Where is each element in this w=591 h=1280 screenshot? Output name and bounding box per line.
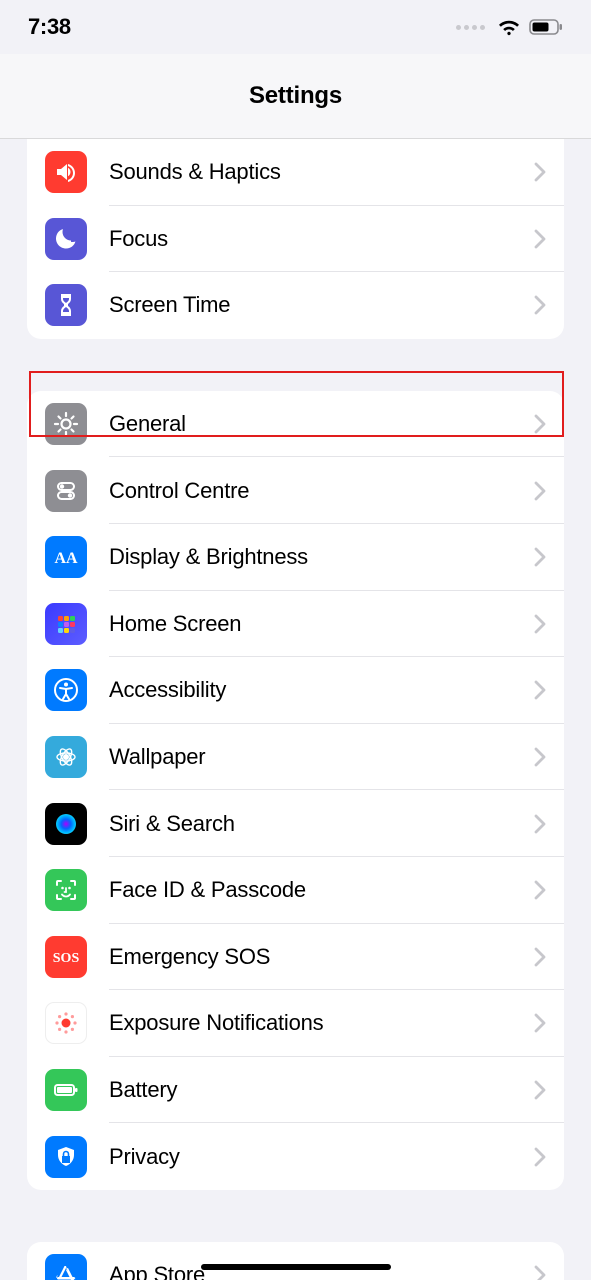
appstore-icon xyxy=(45,1254,87,1280)
row-label: Privacy xyxy=(109,1144,534,1170)
chevron-right-icon xyxy=(534,947,546,967)
row-label: Home Screen xyxy=(109,611,534,637)
chevron-right-icon xyxy=(534,547,546,567)
wifi-icon xyxy=(497,18,521,36)
row-label: Battery xyxy=(109,1077,534,1103)
svg-text:SOS: SOS xyxy=(53,951,80,966)
accessibility-icon xyxy=(45,669,87,711)
row-label: Face ID & Passcode xyxy=(109,877,534,903)
sounds-icon xyxy=(45,151,87,193)
display-icon: AA xyxy=(45,536,87,578)
faceid-icon xyxy=(45,869,87,911)
settings-row-wallpaper[interactable]: Wallpaper xyxy=(27,724,564,791)
settings-row-controlcentre[interactable]: Control Centre xyxy=(27,457,564,524)
row-label: Siri & Search xyxy=(109,811,534,837)
status-time: 7:38 xyxy=(28,14,71,40)
chevron-right-icon xyxy=(534,1013,546,1033)
settings-row-appstore[interactable]: App Store xyxy=(27,1242,564,1280)
cellular-dots-icon xyxy=(456,25,485,30)
settings-row-homescreen[interactable]: Home Screen xyxy=(27,591,564,658)
row-label: Display & Brightness xyxy=(109,544,534,570)
controlcentre-icon xyxy=(45,470,87,512)
settings-section-2: General Control Centre AA Display & Brig… xyxy=(27,391,564,1190)
chevron-right-icon xyxy=(534,1080,546,1100)
battery-icon xyxy=(529,19,563,35)
row-label: General xyxy=(109,411,534,437)
chevron-right-icon xyxy=(534,1147,546,1167)
settings-section-1: Sounds & Haptics Focus Screen Time xyxy=(27,139,564,339)
settings-row-exposure[interactable]: Exposure Notifications xyxy=(27,990,564,1057)
row-label: Screen Time xyxy=(109,292,534,318)
settings-row-accessibility[interactable]: Accessibility xyxy=(27,657,564,724)
homescreen-icon xyxy=(45,603,87,645)
chevron-right-icon xyxy=(534,614,546,634)
chevron-right-icon xyxy=(534,747,546,767)
settings-row-battery[interactable]: Battery xyxy=(27,1057,564,1124)
status-bar: 7:38 xyxy=(0,0,591,54)
settings-section-3: App Store xyxy=(27,1242,564,1280)
focus-icon xyxy=(45,218,87,260)
settings-row-display[interactable]: AA Display & Brightness xyxy=(27,524,564,591)
chevron-right-icon xyxy=(534,680,546,700)
page-header: Settings xyxy=(0,54,591,139)
siri-icon xyxy=(45,803,87,845)
chevron-right-icon xyxy=(534,481,546,501)
row-label: Control Centre xyxy=(109,478,534,504)
chevron-right-icon xyxy=(534,1265,546,1280)
page-title: Settings xyxy=(249,82,342,110)
general-icon xyxy=(45,403,87,445)
row-label: Sounds & Haptics xyxy=(109,159,534,185)
chevron-right-icon xyxy=(534,414,546,434)
settings-row-focus[interactable]: Focus xyxy=(27,206,564,273)
settings-row-general[interactable]: General xyxy=(27,391,564,458)
status-right xyxy=(456,18,563,36)
exposure-icon xyxy=(45,1002,87,1044)
chevron-right-icon xyxy=(534,162,546,182)
chevron-right-icon xyxy=(534,229,546,249)
settings-row-siri[interactable]: Siri & Search xyxy=(27,790,564,857)
chevron-right-icon xyxy=(534,880,546,900)
chevron-right-icon xyxy=(534,814,546,834)
row-label: Exposure Notifications xyxy=(109,1010,534,1036)
row-label: Wallpaper xyxy=(109,744,534,770)
screentime-icon xyxy=(45,284,87,326)
settings-row-faceid[interactable]: Face ID & Passcode xyxy=(27,857,564,924)
sos-icon: SOS xyxy=(45,936,87,978)
settings-row-sos[interactable]: SOS Emergency SOS xyxy=(27,924,564,991)
svg-text:AA: AA xyxy=(54,550,78,567)
wallpaper-icon xyxy=(45,736,87,778)
settings-row-privacy[interactable]: Privacy xyxy=(27,1123,564,1190)
chevron-right-icon xyxy=(534,295,546,315)
home-indicator xyxy=(201,1264,391,1270)
settings-row-sounds[interactable]: Sounds & Haptics xyxy=(27,139,564,206)
row-label: Emergency SOS xyxy=(109,944,534,970)
row-label: Focus xyxy=(109,226,534,252)
battery-row-icon xyxy=(45,1069,87,1111)
settings-row-screentime[interactable]: Screen Time xyxy=(27,272,564,339)
row-label: Accessibility xyxy=(109,677,534,703)
privacy-icon xyxy=(45,1136,87,1178)
